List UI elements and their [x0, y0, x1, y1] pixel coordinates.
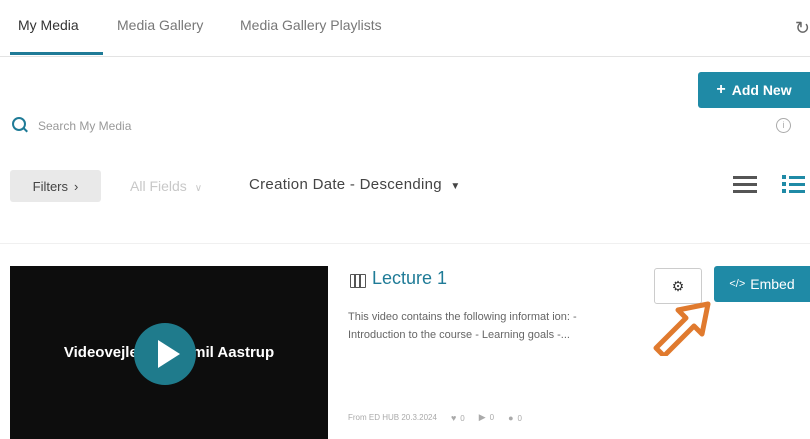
caret-down-icon: ▼ [450, 181, 461, 192]
active-tab-indicator [10, 52, 103, 55]
entry-title-link[interactable]: Lecture 1 [372, 268, 447, 289]
gear-icon: ⚙ [671, 277, 685, 294]
tab-my-media[interactable]: My Media [18, 17, 79, 33]
search-icon [12, 117, 26, 131]
entry-thumbnail[interactable]: Videovejledn Emil Aastrup [10, 266, 328, 439]
tab-bar: My Media Media Gallery Media Gallery Pla… [0, 0, 810, 57]
plus-icon: + [716, 81, 726, 98]
likes-count: 0 [460, 413, 465, 423]
entry-description: This video contains the following inform… [348, 311, 577, 341]
add-new-button[interactable]: + Add New [698, 72, 810, 108]
comment-icon: ● [508, 412, 514, 423]
info-icon[interactable]: i [776, 118, 791, 133]
plays-count: 0 [489, 413, 495, 422]
detailed-view-icon[interactable] [782, 175, 806, 195]
tab-media-gallery-playlists[interactable]: Media Gallery Playlists [240, 17, 382, 33]
sort-select[interactable]: Creation Date - Descending ▼ [249, 176, 461, 193]
sort-select-value: Creation Date - Descending [249, 176, 442, 193]
field-select-value: All Fields [130, 178, 187, 194]
heart-icon: ♥ [450, 412, 457, 423]
filters-button[interactable]: Filters › [10, 170, 101, 202]
add-new-label: Add New [731, 82, 792, 98]
search-input[interactable] [36, 113, 740, 139]
tab-media-gallery[interactable]: Media Gallery [117, 17, 203, 33]
field-select[interactable]: All Fields ∨ [130, 178, 202, 194]
embed-label: Embed [750, 276, 795, 292]
play-icon[interactable] [134, 323, 196, 385]
comments-count: 0 [517, 413, 522, 423]
chevron-right-icon: › [74, 178, 79, 194]
embed-button[interactable]: </> Embed [714, 266, 810, 302]
video-type-icon [350, 274, 366, 288]
code-icon: </> [729, 278, 746, 290]
refresh-icon[interactable]: ↻ [795, 18, 810, 39]
filters-label: Filters [32, 178, 69, 194]
list-view-icon[interactable] [733, 176, 757, 194]
entry-from: From ED HUB 20.3.2024 [348, 413, 437, 422]
entry-meta: From ED HUB 20.3.2024 ♥ 0 ▶ 0 ● 0 [348, 412, 522, 423]
chevron-down-icon: ∨ [194, 183, 203, 194]
divider [0, 243, 810, 244]
annotation-arrow-icon [653, 301, 711, 356]
play-count-icon: ▶ [478, 412, 486, 422]
